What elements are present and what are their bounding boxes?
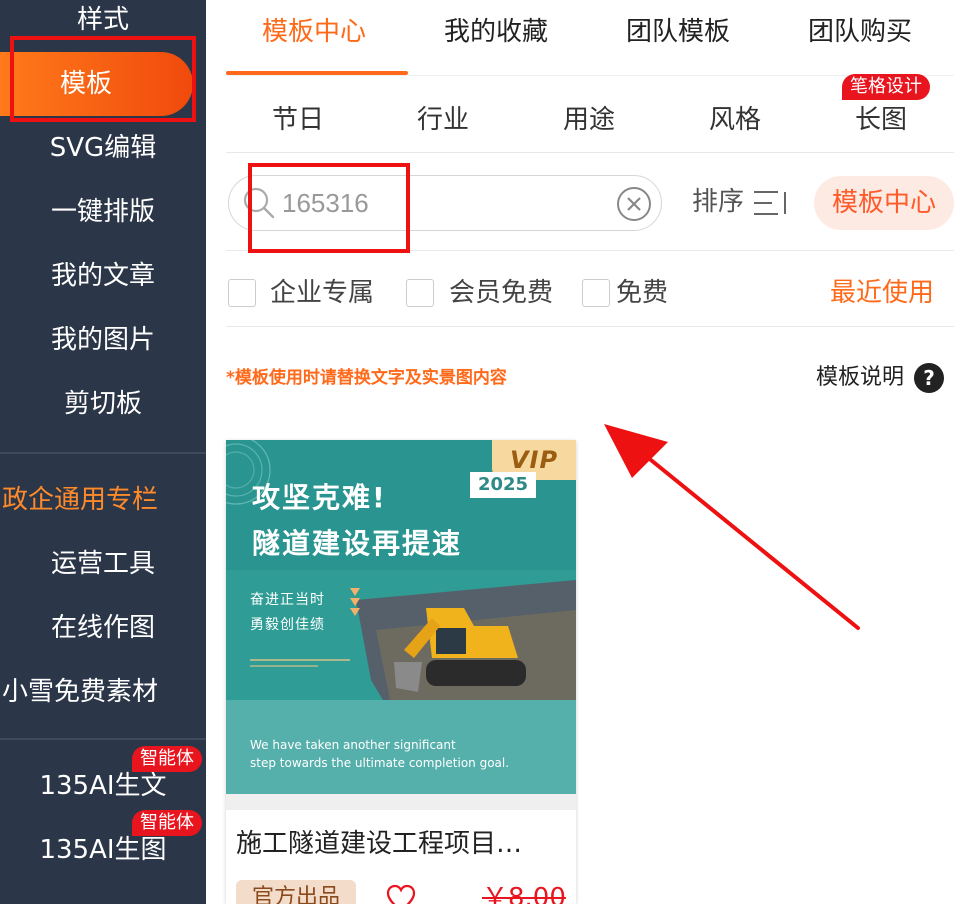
sidebar-agent-badge: 智能体 xyxy=(132,746,202,772)
sidebar-item-clipboard[interactable]: 剪切板 xyxy=(0,384,206,424)
annotation-arrow-icon xyxy=(604,424,860,630)
template-explain-link[interactable]: 模板说明 xyxy=(816,362,904,394)
filter-free-checkbox[interactable] xyxy=(582,279,610,307)
template-thumbnail[interactable]: VIP 2025 攻坚克难! 隧道建设再提速 奋进正当时 勇毅创佳绩 We ha… xyxy=(226,440,576,794)
template-notice: *模板使用时请替换文字及实景图内容 xyxy=(226,368,507,388)
filter-divider xyxy=(226,326,954,327)
help-icon[interactable]: ? xyxy=(914,363,944,393)
sidebar-agent-badge: 智能体 xyxy=(132,810,202,836)
sort-label[interactable]: 排序 xyxy=(692,182,744,222)
category-divider xyxy=(226,152,954,153)
tab-my-favorites[interactable]: 我的收藏 xyxy=(444,12,548,52)
filter-member-free-checkbox[interactable] xyxy=(406,279,434,307)
sidebar-divider xyxy=(0,738,206,740)
tab-template-center[interactable]: 模板中心 xyxy=(262,12,366,52)
thumbnail-subtitle: 奋进正当时 xyxy=(250,592,325,608)
tab-team-templates[interactable]: 团队模板 xyxy=(626,12,730,52)
template-card[interactable]: VIP 2025 攻坚克难! 隧道建设再提速 奋进正当时 勇毅创佳绩 We ha… xyxy=(226,440,576,904)
annotation-box-search xyxy=(248,163,410,253)
year-tag: 2025 xyxy=(470,472,536,498)
annotation-box-sidebar xyxy=(10,36,196,122)
sidebar-item-style[interactable]: 样式 xyxy=(0,0,206,40)
sidebar-item-ai-text[interactable]: 135AI生文 xyxy=(0,766,206,806)
sidebar: 样式 模板 SVG编辑 一键排版 我的文章 我的图片 剪切板 政企通用专栏 运营… xyxy=(0,0,206,904)
category-style[interactable]: 风格 xyxy=(709,100,761,140)
sidebar-item-gov-enterprise[interactable]: 政企通用专栏 xyxy=(0,480,206,520)
thumbnail-english: We have taken another significant xyxy=(250,738,456,752)
sidebar-item-online-design[interactable]: 在线作图 xyxy=(0,608,206,648)
thumbnail-divider xyxy=(226,794,576,810)
heart-icon[interactable] xyxy=(386,884,416,904)
template-center-pill[interactable]: 模板中心 xyxy=(814,176,954,230)
sidebar-item-svg-edit[interactable]: SVG编辑 xyxy=(0,128,206,168)
category-holiday[interactable]: 节日 xyxy=(272,100,324,140)
category-industry[interactable]: 行业 xyxy=(417,100,469,140)
thumbnail-headline: 隧道建设再提速 xyxy=(252,527,463,560)
sidebar-item-my-articles[interactable]: 我的文章 xyxy=(0,256,206,296)
category-long-image[interactable]: 长图 xyxy=(855,100,907,140)
tab-team-purchase[interactable]: 团队购买 xyxy=(808,12,912,52)
sidebar-item-my-images[interactable]: 我的图片 xyxy=(0,320,206,360)
thumbnail-headline: 攻坚克难! xyxy=(252,481,387,514)
filter-free-label[interactable]: 免费 xyxy=(616,273,668,313)
sidebar-item-free-assets[interactable]: 小雪免费素材 xyxy=(0,672,206,712)
recent-used-link[interactable]: 最近使用 xyxy=(830,273,934,313)
template-title[interactable]: 施工隧道建设工程项目… xyxy=(236,824,522,864)
filter-enterprise-label[interactable]: 企业专属 xyxy=(270,273,374,313)
thumbnail-english: step towards the ultimate completion goa… xyxy=(250,756,510,770)
tab-divider xyxy=(226,75,954,76)
filter-member-free-label[interactable]: 会员免费 xyxy=(449,273,553,313)
sidebar-divider xyxy=(0,452,206,454)
thumbnail-subtitle: 勇毅创佳绩 xyxy=(250,617,325,633)
sidebar-item-ai-image[interactable]: 135AI生图 xyxy=(0,830,206,870)
template-price: ￥8.00 xyxy=(482,883,566,904)
sidebar-item-one-click-layout[interactable]: 一键排版 xyxy=(0,192,206,232)
category-usage[interactable]: 用途 xyxy=(563,100,615,140)
sort-icon[interactable] xyxy=(752,188,788,218)
sidebar-item-ops-tools[interactable]: 运营工具 xyxy=(0,544,206,584)
category-badge: 笔格设计 xyxy=(842,74,930,100)
clear-icon[interactable] xyxy=(616,186,652,222)
official-badge: 官方出品 xyxy=(236,880,356,904)
filter-enterprise-checkbox[interactable] xyxy=(228,279,256,307)
